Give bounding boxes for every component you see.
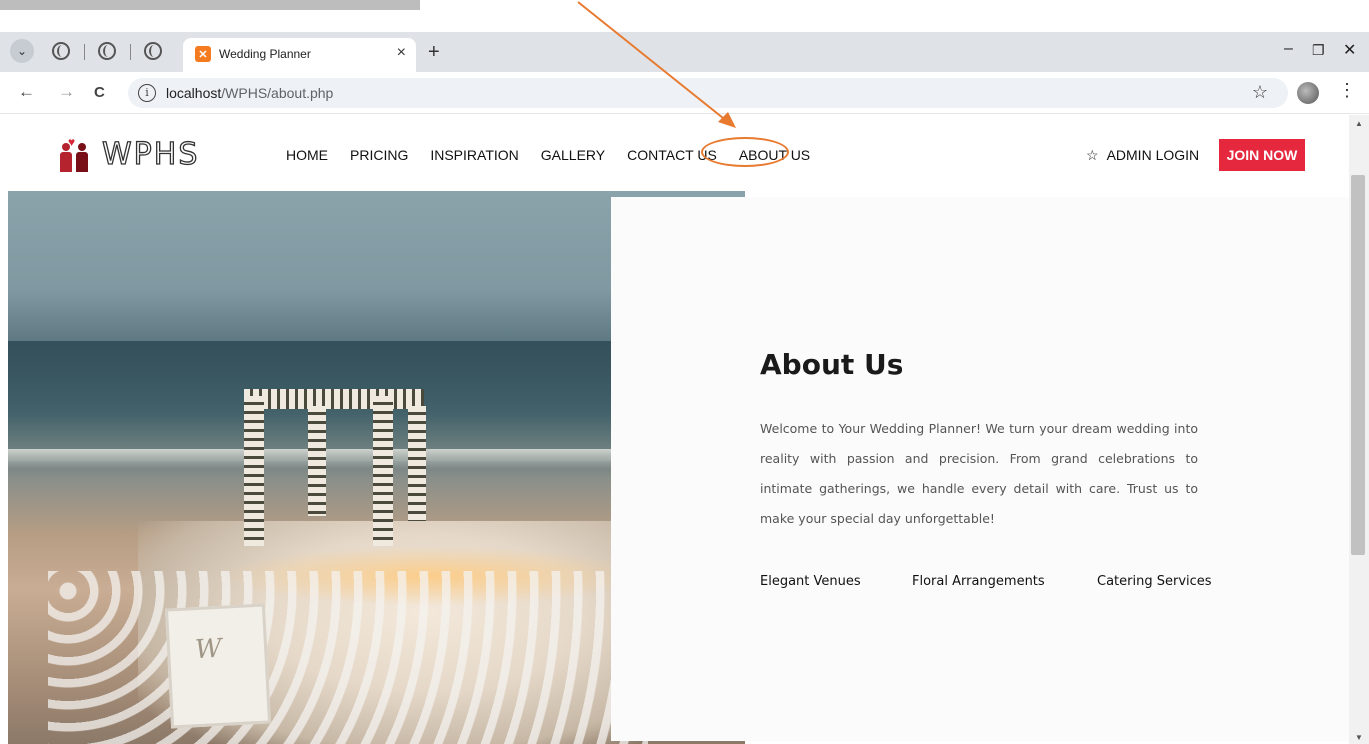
feature-catering-services: Catering Services xyxy=(1097,574,1212,589)
tab-wedding-planner[interactable]: ✕ Wedding Planner × xyxy=(183,38,416,72)
feature-elegant-venues: Elegant Venues xyxy=(760,574,861,589)
annotation-highlight-circle xyxy=(701,137,789,167)
restore-icon[interactable]: ❐ xyxy=(1312,42,1325,59)
kebab-icon[interactable]: ⋮ xyxy=(1338,80,1356,101)
chevron-down-icon[interactable]: ⌄ xyxy=(10,39,34,63)
xampp-favicon-icon: ✕ xyxy=(195,46,211,62)
avatar[interactable] xyxy=(1297,82,1319,104)
globe-icon[interactable] xyxy=(52,42,70,60)
logo-text: WPHS xyxy=(101,136,200,172)
site-header: ♥ WPHS HOME PRICING INSPIRATION GALLERY … xyxy=(0,115,1349,191)
tab-title: Wedding Planner xyxy=(219,47,311,61)
globe-icon[interactable] xyxy=(144,42,162,60)
welcome-sign xyxy=(164,603,272,729)
globe-icon[interactable] xyxy=(98,42,116,60)
browser-tab-bar: ⌄ ✕ Wedding Planner × + – ❐ ✕ xyxy=(0,32,1369,72)
tab-separator xyxy=(84,44,85,60)
couple-logo-icon: ♥ xyxy=(58,135,92,172)
tab-separator xyxy=(130,44,131,60)
scroll-down-icon[interactable]: ▼ xyxy=(1355,733,1363,742)
close-icon[interactable]: × xyxy=(397,44,406,62)
nav-home[interactable]: HOME xyxy=(286,147,328,163)
minimize-icon[interactable]: – xyxy=(1284,40,1293,58)
join-now-button[interactable]: JOIN NOW xyxy=(1219,139,1305,171)
scroll-up-icon[interactable]: ▲ xyxy=(1355,119,1363,128)
page-title: About Us xyxy=(760,348,904,381)
reload-icon[interactable]: C xyxy=(94,84,105,101)
plus-icon[interactable]: + xyxy=(428,42,440,62)
star-icon[interactable]: ☆ xyxy=(1252,82,1268,103)
arrow-left-icon[interactable]: ← xyxy=(18,82,35,102)
info-icon[interactable]: i xyxy=(138,84,156,102)
admin-login-label: ADMIN LOGIN xyxy=(1106,147,1200,163)
nav-pricing[interactable]: PRICING xyxy=(350,147,408,163)
url-host: localhost xyxy=(166,85,222,101)
star-icon: ☆ xyxy=(1086,147,1099,163)
cropped-banner xyxy=(0,0,420,10)
nav-gallery[interactable]: GALLERY xyxy=(541,147,605,163)
nav-inspiration[interactable]: INSPIRATION xyxy=(430,147,518,163)
browser-toolbar: ← → C i localhost/WPHS/about.php ☆ ⋮ xyxy=(0,72,1369,114)
url-path: /WPHS/about.php xyxy=(221,85,334,101)
close-icon[interactable]: ✕ xyxy=(1343,40,1356,60)
about-description: Welcome to Your Wedding Planner! We turn… xyxy=(760,421,1198,526)
site-logo[interactable]: ♥ WPHS xyxy=(58,135,200,173)
address-bar[interactable]: i localhost/WPHS/about.php ☆ xyxy=(128,78,1288,108)
screenshot-top-strip xyxy=(0,0,1369,32)
arrow-right-icon[interactable]: → xyxy=(58,82,75,102)
page-scrollbar[interactable]: ▲ ▼ xyxy=(1349,115,1369,744)
url-text[interactable]: localhost/WPHS/about.php xyxy=(166,85,333,101)
feature-floral-arrangements: Floral Arrangements xyxy=(912,574,1045,589)
admin-login-link[interactable]: ☆ ADMIN LOGIN xyxy=(1086,147,1199,164)
scrollbar-thumb[interactable] xyxy=(1351,175,1365,555)
